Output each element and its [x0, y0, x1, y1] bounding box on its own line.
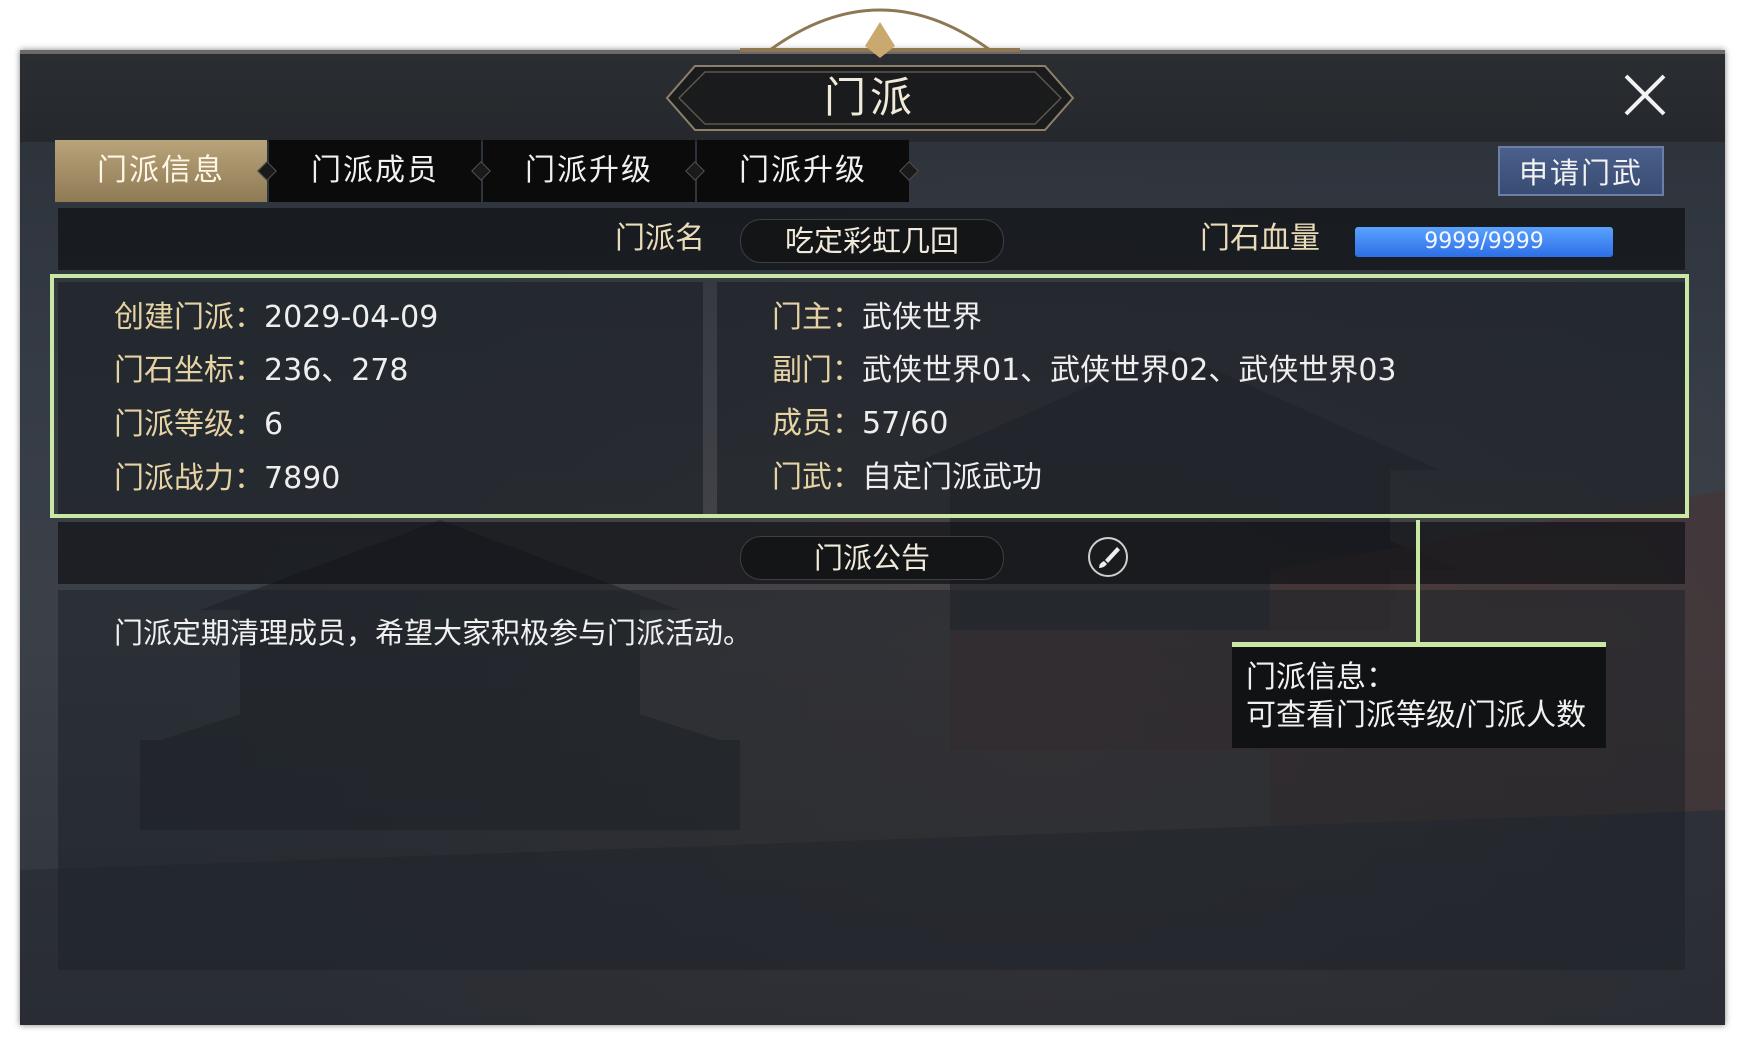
notice-label: 门派公告	[740, 536, 1004, 580]
tab-label: 门派成员	[311, 153, 439, 188]
brush-icon[interactable]	[1087, 536, 1129, 578]
info-highlight-box	[50, 274, 1689, 518]
callout-description: 可查看门派等级/门派人数	[1246, 698, 1587, 733]
tab-label: 门派信息	[97, 153, 225, 188]
tab-guild-upgrade[interactable]: 门派升级	[483, 140, 705, 202]
guild-name-value: 吃定彩虹几回	[740, 219, 1004, 263]
stone-hp-bar: 9999/9999	[1355, 227, 1613, 257]
stone-hp-label: 门石血量	[1200, 221, 1320, 256]
apply-guild-skill-button[interactable]: 申请门武	[1498, 146, 1664, 196]
tab-guild-info[interactable]: 门派信息	[55, 140, 277, 202]
tab-label: 门派升级	[739, 153, 867, 188]
notice-text: 门派定期清理成员，希望大家积极参与门派活动。	[114, 616, 753, 650]
callout-title: 门派信息：	[1246, 660, 1396, 695]
tab-guild-upgrade-2[interactable]: 门派升级	[697, 140, 919, 202]
window-title: 门派	[823, 73, 916, 122]
annotation-callout: 门派信息： 可查看门派等级/门派人数	[1232, 642, 1606, 748]
close-icon[interactable]	[1622, 72, 1668, 118]
callout-connector	[1416, 520, 1420, 646]
guild-name-label: 门派名	[615, 221, 705, 256]
tab-label: 门派升级	[525, 153, 653, 188]
tab-guild-members[interactable]: 门派成员	[269, 140, 491, 202]
tab-bar: 门派信息 门派成员 门派升级 门派升级	[55, 140, 919, 202]
top-ornament	[740, 8, 1020, 58]
